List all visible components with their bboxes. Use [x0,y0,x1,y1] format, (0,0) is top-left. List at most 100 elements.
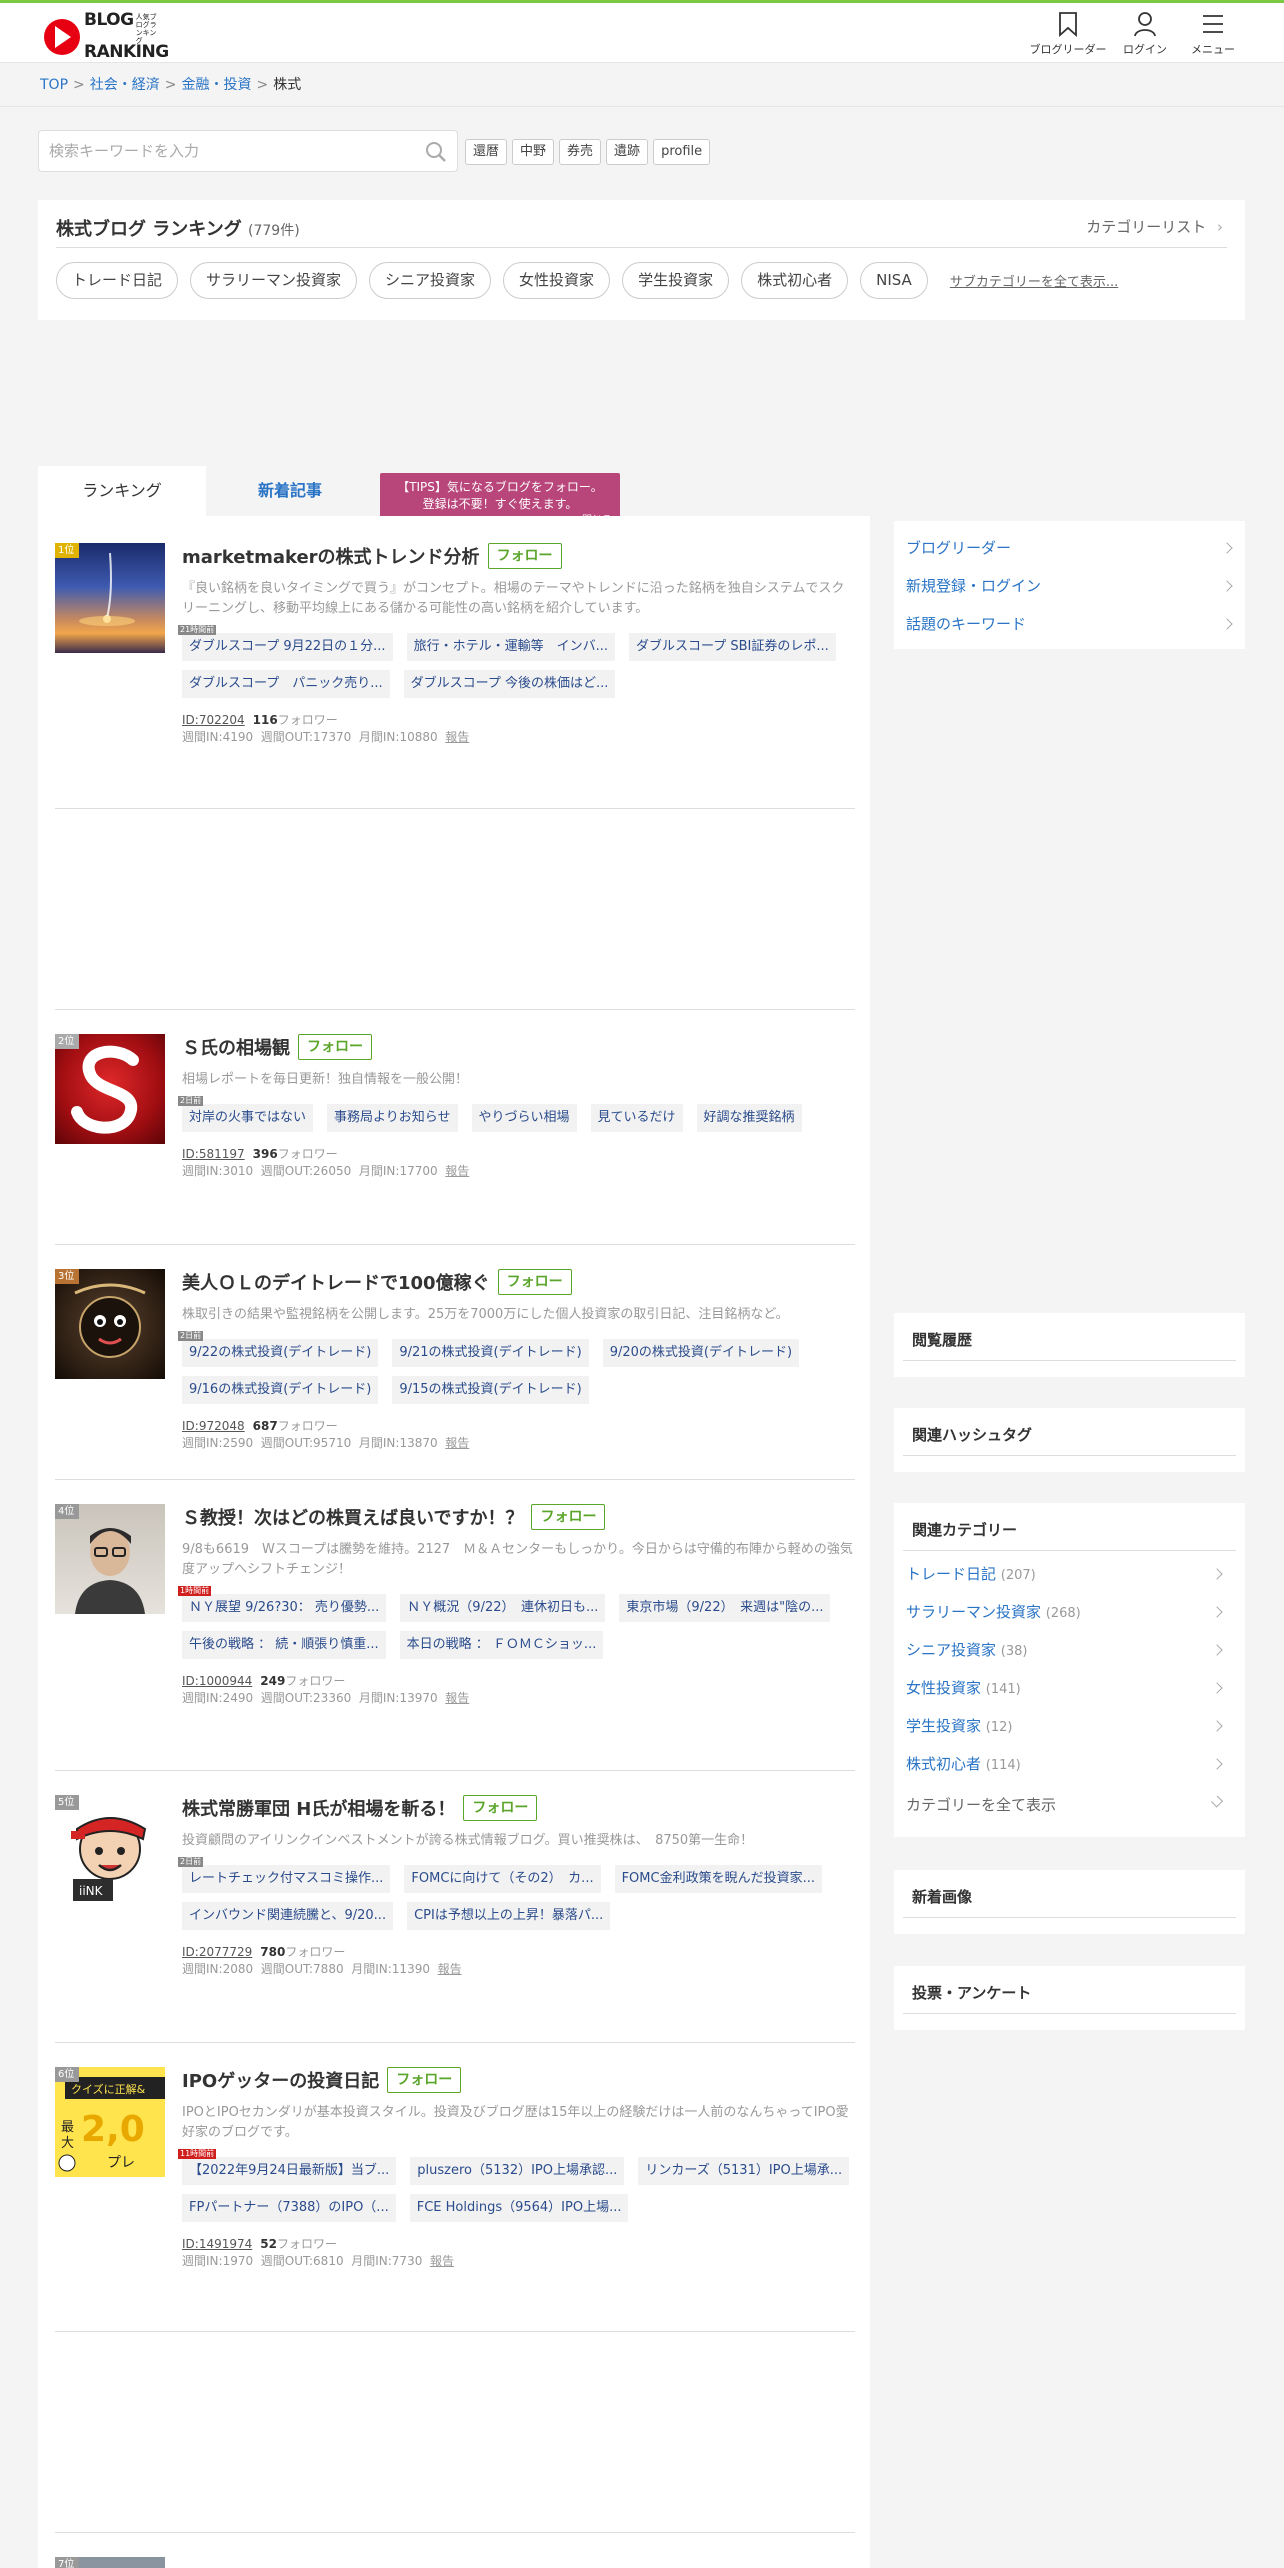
show-all-subcategories-link[interactable]: サブカテゴリーを全て表示... [950,271,1118,290]
post-link[interactable]: FPパートナー（7388）のIPO（... [182,2194,396,2222]
blog-title-link[interactable]: 株式常勝軍団 H氏が相場を斬る！ [182,1795,455,1821]
follow-button[interactable]: フォロー [298,1034,372,1060]
post-age-badge: 21時間前 [178,625,217,635]
post-link[interactable]: 見ているだけ [590,1104,683,1132]
blog-thumbnail[interactable] [55,543,165,653]
post-link[interactable]: 東京市場（9/22） 来週は"陰の... [619,1594,831,1622]
tab-new-posts[interactable]: 新着記事 [206,466,374,516]
related-category-link[interactable]: シニア投資家 (38) [894,1631,1245,1669]
blog-thumbnail[interactable] [55,1034,165,1144]
report-link[interactable]: 報告 [445,1691,469,1705]
post-link[interactable]: 9/20の株式投資(デイトレード) [602,1339,800,1367]
post-link[interactable]: 旅行・ホテル・運輸等 インバ... [406,633,615,661]
keyword-tag[interactable]: 遺跡 [606,139,649,165]
subcategory-pill[interactable]: 株式初心者 [741,262,849,299]
post-link[interactable]: 9/16の株式投資(デイトレード) [182,1376,379,1404]
related-category-link[interactable]: 学生投資家 (12) [894,1707,1245,1745]
report-link[interactable]: 報告 [430,2254,454,2268]
blog-title-link[interactable]: IPOゲッターの投資日記 [182,2067,379,2093]
keyword-tag[interactable]: 中野 [512,139,555,165]
post-link[interactable]: ダブルスコープ SBI証券のレポ... [628,633,836,661]
blog-id-link[interactable]: ID:2077729 [182,1945,252,1959]
blog-thumbnail[interactable] [55,1269,165,1379]
post-link[interactable]: やりづらい相場 [471,1104,577,1132]
blog-id-link[interactable]: ID:972048 [182,1419,245,1433]
post-link[interactable]: FOMCに向けて（その2） カ... [404,1865,601,1893]
related-category-link[interactable]: 株式初心者 (114) [894,1745,1245,1783]
show-all-categories-button[interactable]: カテゴリーを全て表示 [894,1783,1245,1827]
blog-title-link[interactable]: marketmakerの株式トレンド分析 [182,543,480,569]
post-link[interactable]: インバウンド関連続騰と、9/20... [182,1902,394,1930]
post-link[interactable]: 対岸の火事ではない [182,1104,314,1132]
breadcrumb-top[interactable]: TOP [40,77,68,93]
category-list-link[interactable]: カテゴリーリスト › [1086,216,1223,237]
report-link[interactable]: 報告 [445,1436,469,1450]
blog-reader-button[interactable]: ブログリーダー [1028,11,1108,57]
post-link[interactable]: CPIは予想以上の上昇！暴落パ... [407,1902,611,1930]
blog-id-link[interactable]: ID:1000944 [182,1674,252,1688]
subcategory-pill[interactable]: シニア投資家 [369,262,492,299]
post-link[interactable]: 9/22の株式投資(デイトレード) [182,1339,379,1367]
bookmark-icon [1059,12,1077,37]
subcategory-pill[interactable]: トレード日記 [56,262,179,299]
related-category-link[interactable]: トレード日記 (207) [894,1555,1245,1593]
breadcrumb-divider [0,106,1284,107]
post-link[interactable]: 【2022年9月24日最新版】当ブ... [182,2157,397,2185]
search-icon[interactable] [425,141,447,167]
blog-thumbnail[interactable]: クイズに正解& 2,0 最大プレ [55,2067,165,2177]
blog-thumbnail[interactable]: iiNK [55,1795,165,1905]
blog-thumbnail[interactable] [55,1504,165,1614]
post-link[interactable]: pluszero（5132）IPO上場承認... [410,2157,625,2185]
post-link[interactable]: ダブルスコープ 今後の株価はど... [403,670,616,698]
subcategory-pill[interactable]: NISA [860,262,928,299]
post-link[interactable]: ダブルスコープ 9月22日の１分... [182,633,393,661]
keyword-tag[interactable]: 還暦 [465,139,508,165]
post-link[interactable]: 好調な推奨銘柄 [696,1104,802,1132]
subcategory-pill[interactable]: サラリーマン投資家 [190,262,358,299]
blog-title-link[interactable]: Ｓ氏の相場観 [182,1034,290,1060]
post-link[interactable]: ＮＹ展望 9/26?30： 売り優勢... [182,1594,387,1622]
blog-id-link[interactable]: ID:702204 [182,713,245,727]
weekly-out-label: 週間OUT: [260,1691,314,1705]
sidebar-link-trending-keywords[interactable]: 話題のキーワード [894,605,1245,643]
keyword-tag[interactable]: profile [653,139,711,165]
follow-button[interactable]: フォロー [463,1795,538,1821]
keyword-tag[interactable]: 券売 [559,139,602,165]
breadcrumb-society[interactable]: 社会・経済 [90,77,160,93]
follow-button[interactable]: フォロー [387,2067,462,2093]
follow-button[interactable]: フォロー [487,543,562,569]
post-link[interactable]: ダブルスコープ パニック売り... [182,670,390,698]
blog-title-link[interactable]: Ｓ教授！次はどの株買えば良いですか！？ [182,1504,523,1530]
post-link[interactable]: 午後の戦略 ： 続・順張り慎重... [182,1631,386,1659]
blog-id-link[interactable]: ID:581197 [182,1147,245,1161]
follow-button[interactable]: フォロー [497,1269,572,1295]
search-input[interactable] [39,131,399,171]
related-category-name: 株式初心者 [906,1755,982,1773]
post-link[interactable]: 事務局よりお知らせ [327,1104,458,1132]
tab-ranking[interactable]: ランキング [38,466,206,516]
report-link[interactable]: 報告 [445,730,469,744]
report-link[interactable]: 報告 [438,1962,462,1976]
rank-badge: 5位 [55,1795,79,1810]
subcategory-pill[interactable]: 学生投資家 [622,262,730,299]
breadcrumb-finance[interactable]: 金融・投資 [181,77,251,93]
post-link[interactable]: FCE Holdings（9564）IPO上場... [409,2194,629,2222]
post-link[interactable]: レートチェック付マスコミ操作... [182,1865,391,1893]
site-logo[interactable]: BLOG 人気ブログランキング RANKING [44,12,169,61]
subcategory-pill[interactable]: 女性投資家 [503,262,611,299]
post-link[interactable]: FOMC金利政策を睨んだ投資家... [614,1865,822,1893]
post-link[interactable]: ＮＹ概況（9/22） 連休初日も... [400,1594,606,1622]
post-link[interactable]: 本日の戦略 ： ＦＯＭＣショッ... [399,1631,604,1659]
post-link[interactable]: リンカーズ（5131）IPO上場承... [638,2157,850,2185]
sidebar-link-blog-reader[interactable]: ブログリーダー [894,529,1245,567]
menu-button[interactable]: メニュー [1173,11,1253,57]
report-link[interactable]: 報告 [445,1164,469,1178]
related-category-link[interactable]: 女性投資家 (141) [894,1669,1245,1707]
blog-id-link[interactable]: ID:1491974 [182,2237,252,2251]
post-link[interactable]: 9/21の株式投資(デイトレード) [392,1339,589,1367]
follow-button[interactable]: フォロー [531,1504,606,1530]
blog-title-link[interactable]: 美人ＯＬのデイトレードで100億稼ぐ [182,1269,490,1295]
post-link[interactable]: 9/15の株式投資(デイトレード) [392,1376,589,1404]
sidebar-link-register-login[interactable]: 新規登録・ログイン [894,567,1245,605]
related-category-link[interactable]: サラリーマン投資家 (268) [894,1593,1245,1631]
